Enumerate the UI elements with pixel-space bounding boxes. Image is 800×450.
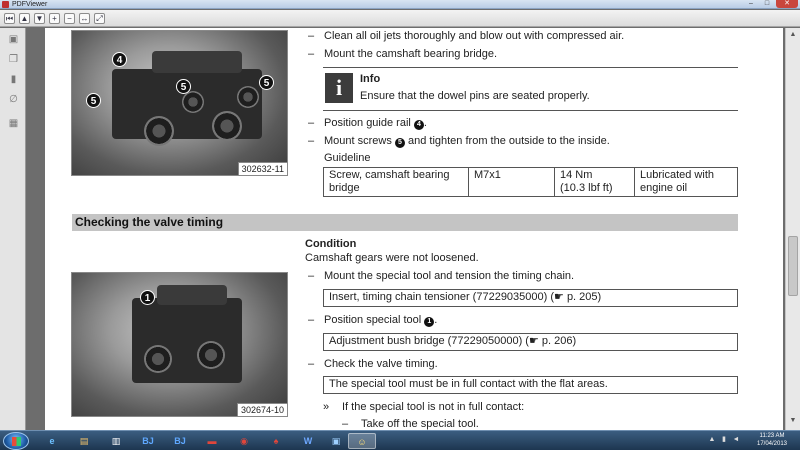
zoom-in-button[interactable]: + (49, 13, 60, 24)
badge-5: 5 (394, 138, 405, 148)
minimize-button[interactable]: – (744, 0, 758, 8)
lock-icon[interactable]: ▣ (8, 34, 19, 45)
pdf-page: 4 5 5 5 302632-11 – Clean all oil jets t… (45, 28, 783, 430)
taskbar-file-explorer[interactable]: ▤ (70, 433, 98, 449)
spec-thread: M7x1 (468, 167, 555, 197)
taskbar-news-app[interactable]: ▣ (322, 433, 350, 449)
fit-width-button[interactable]: ↔ (79, 13, 90, 24)
zoom-out-button[interactable]: − (64, 13, 75, 24)
guideline-label: Guideline (324, 152, 371, 164)
figure-caption-2: 302674-10 (236, 403, 287, 416)
spec-torque: 14 Nm (10.3 lbf ft) (554, 167, 635, 197)
tool-box-tensioner[interactable]: Insert, timing chain tensioner (77229035… (323, 289, 738, 307)
attachment-icon[interactable]: ∅ (8, 94, 19, 105)
taskbar-pdf-app[interactable]: ♠ (262, 433, 290, 449)
first-page-button[interactable]: ⏮ (4, 13, 15, 24)
taskbar-internet-explorer[interactable]: e (38, 433, 66, 449)
badge-4: 4 (413, 120, 424, 130)
prev-page-button[interactable]: ▲ (19, 13, 30, 24)
vertical-scrollbar[interactable]: ▲ ▼ (785, 28, 800, 430)
torque-spec-table: Screw, camshaft bearing bridge M7x1 14 Nm… (323, 167, 738, 197)
window-title: PDFViewer (12, 1, 48, 8)
tool-box-bush-bridge[interactable]: Adjustment bush bridge (77229050000) (☛ … (323, 333, 738, 351)
callout-5-right: 5 (259, 75, 274, 90)
next-page-button[interactable]: ▼ (34, 13, 45, 24)
step-mount-screws: Mount screws 5 and tighten from the outs… (324, 135, 610, 148)
taskbar-bj-app-1[interactable]: BJ (134, 433, 162, 449)
tray-volume-icon[interactable]: ◄ (732, 436, 740, 444)
callout-4: 4 (112, 52, 127, 67)
callout-5-center: 5 (176, 79, 191, 94)
taskbar-word-app[interactable]: W (294, 433, 322, 449)
substep-take-off-tool: Take off the special tool. (361, 418, 479, 430)
figure-camshaft-bridge: 4 5 5 5 302632-11 (71, 30, 288, 176)
condition-title: Condition (305, 238, 357, 250)
taskbar-documents[interactable]: ▥ (102, 433, 130, 449)
close-button[interactable]: ✕ (776, 0, 798, 8)
spec-note: Lubricated with engine oil (634, 167, 738, 197)
bookmark-icon[interactable]: ▮ (8, 74, 19, 85)
badge-1: 1 (424, 317, 435, 327)
document-viewer[interactable]: 4 5 5 5 302632-11 – Clean all oil jets t… (27, 28, 785, 430)
info-title: Info (360, 73, 381, 85)
taskbar-bj-app-2[interactable]: BJ (166, 433, 194, 449)
pages-icon[interactable]: ❐ (8, 54, 19, 65)
note-box-full-contact: The special tool must be in full contact… (323, 376, 738, 394)
app-icon (2, 1, 9, 8)
callout-1: 1 (140, 290, 155, 305)
section-header: Checking the valve timing (72, 214, 738, 231)
scroll-down-icon[interactable]: ▼ (788, 416, 798, 426)
substep-not-in-contact: If the special tool is not in full conta… (342, 401, 525, 413)
clock-date: 17/04/2013 (756, 441, 788, 447)
side-panel: ▣ ❐ ▮ ∅ ▦ (0, 28, 26, 430)
taskbar-media-app[interactable]: ▬ (198, 433, 226, 449)
step-clean-oil-jets: Clean all oil jets thoroughly and blow o… (324, 30, 625, 42)
scroll-up-icon[interactable]: ▲ (788, 30, 798, 40)
figure-valve-timing: 1 302674-10 (71, 272, 288, 417)
taskbar: e ▤ ▥ BJ BJ ▬ ◉ ♠ W ▣ ☺ ▲ ▮ ◄ 11:23 AM 1… (0, 430, 800, 450)
step-position-special-tool: Position special tool 1. (324, 314, 438, 327)
toolbar: ⏮ ▲ ▼ + − ↔ ⤢ (0, 10, 800, 27)
tray-arrow-icon[interactable]: ▲ (708, 436, 716, 444)
step-check-valve-timing: Check the valve timing. (324, 358, 438, 370)
info-top-rule (323, 67, 738, 68)
layers-icon[interactable]: ▦ (8, 118, 19, 129)
taskbar-clock[interactable]: 11:23 AM 17/04/2013 (752, 432, 792, 448)
tray-network-icon[interactable]: ▮ (720, 436, 728, 444)
start-button[interactable] (3, 432, 29, 450)
taskbar-pdfviewer-app[interactable]: ☺ (348, 433, 376, 449)
maximize-button[interactable]: □ (760, 0, 774, 8)
info-text: Ensure that the dowel pins are seated pr… (360, 90, 590, 102)
fit-page-button[interactable]: ⤢ (94, 13, 105, 24)
window-titlebar: PDFViewer – □ ✕ (0, 0, 800, 9)
info-bottom-rule (323, 110, 738, 111)
taskbar-browser-app[interactable]: ◉ (230, 433, 258, 449)
figure-caption: 302632-11 (237, 162, 287, 175)
scroll-thumb[interactable] (788, 236, 798, 296)
clock-time: 11:23 AM (759, 433, 785, 439)
step-mount-bridge: Mount the camshaft bearing bridge. (324, 48, 498, 60)
info-icon: i (325, 73, 353, 103)
callout-5-left: 5 (86, 93, 101, 108)
condition-text: Camshaft gears were not loosened. (305, 252, 479, 264)
step-position-guide-rail: Position guide rail 4. (324, 117, 427, 130)
spec-item: Screw, camshaft bearing bridge (323, 167, 469, 197)
step-mount-special-tool: Mount the special tool and tension the t… (324, 270, 575, 282)
